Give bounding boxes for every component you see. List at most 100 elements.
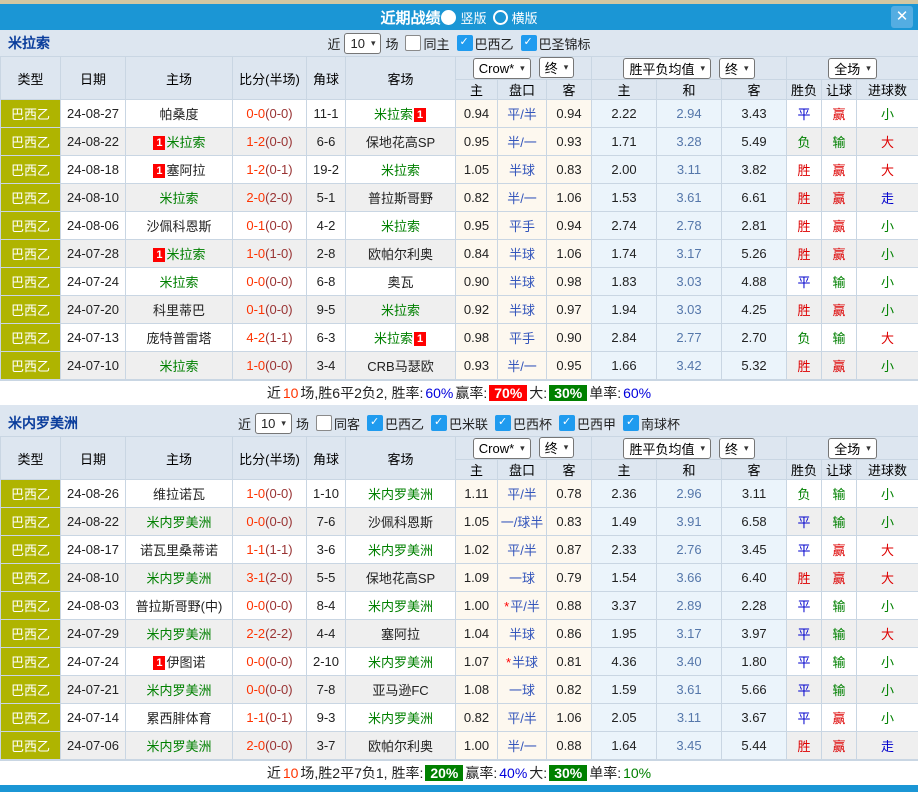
mean-home-odds: 4.36 bbox=[592, 648, 657, 676]
away-team-name[interactable]: 欧帕尔利奥 bbox=[368, 247, 433, 262]
score-cell: 1-0(1-0) bbox=[233, 240, 307, 268]
mean-draw-odds: 3.40 bbox=[657, 648, 722, 676]
away-team-name[interactable]: 奥瓦 bbox=[387, 275, 413, 290]
away-team-name[interactable]: 米内罗美洲 bbox=[368, 543, 433, 558]
match-date: 24-08-06 bbox=[61, 212, 126, 240]
home-team-name[interactable]: 米内罗美洲 bbox=[146, 515, 211, 530]
away-odds: 0.83 bbox=[547, 156, 592, 184]
mean-draw-odds: 3.28 bbox=[657, 128, 722, 156]
away-team-name[interactable]: 米拉索 bbox=[381, 219, 420, 234]
league-checkbox[interactable] bbox=[495, 415, 511, 431]
home-team-name[interactable]: 沙佩科恩斯 bbox=[146, 219, 211, 234]
handicap-value: 一球 bbox=[509, 571, 535, 586]
away-team-cell: 米内罗美洲 bbox=[346, 648, 456, 676]
away-team-name[interactable]: 沙佩科恩斯 bbox=[368, 515, 433, 530]
header-away: 客场 bbox=[346, 437, 456, 480]
mean-home-odds: 2.33 bbox=[592, 536, 657, 564]
away-team-cell: 米拉索 bbox=[346, 156, 456, 184]
header-away: 客场 bbox=[346, 57, 456, 100]
mean-type-select[interactable]: 胜平负均值▾ bbox=[623, 58, 711, 79]
handicap-value: 平手 bbox=[509, 331, 535, 346]
league-checkbox[interactable] bbox=[457, 35, 473, 51]
home-team-name[interactable]: 维拉诺瓦 bbox=[153, 487, 205, 502]
home-team-name[interactable]: 米内罗美洲 bbox=[146, 627, 211, 642]
corner-count: 5-5 bbox=[307, 564, 346, 592]
scope-select[interactable]: 全场▾ bbox=[828, 438, 877, 459]
mean-away-odds: 5.32 bbox=[722, 352, 787, 380]
away-team-name[interactable]: 米拉索 bbox=[374, 107, 413, 122]
home-team-name[interactable]: 米内罗美洲 bbox=[146, 739, 211, 754]
home-team-name[interactable]: 米内罗美洲 bbox=[146, 683, 211, 698]
home-team-name[interactable]: 米拉索 bbox=[159, 275, 198, 290]
away-team-cell: 欧帕尔利奥 bbox=[346, 732, 456, 760]
summary-single-label: 单率: bbox=[589, 383, 621, 403]
games-count-select[interactable]: 10 ▾ bbox=[344, 33, 381, 54]
games-count-select[interactable]: 10 ▾ bbox=[255, 413, 292, 434]
same-venue-checkbox[interactable] bbox=[405, 35, 421, 51]
home-team-name[interactable]: 塞阿拉 bbox=[166, 163, 205, 178]
away-team-name[interactable]: 欧帕尔利奥 bbox=[368, 739, 433, 754]
red-card-badge: 1 bbox=[153, 656, 165, 670]
same-venue-checkbox[interactable] bbox=[316, 415, 332, 431]
away-team-name[interactable]: 米内罗美洲 bbox=[368, 655, 433, 670]
away-team-name[interactable]: 普拉斯哥野 bbox=[368, 191, 433, 206]
home-team-cell: 米拉索 bbox=[126, 352, 233, 380]
away-team-name[interactable]: CRB马瑟欧 bbox=[367, 359, 433, 374]
mean-period-select[interactable]: 终▾ bbox=[719, 438, 755, 459]
home-team-name[interactable]: 累西腓体育 bbox=[146, 711, 211, 726]
away-team-name[interactable]: 米内罗美洲 bbox=[368, 487, 433, 502]
league-checkbox[interactable] bbox=[623, 415, 639, 431]
match-row: 巴西乙24-07-21米内罗美洲0-0(0-0)7-8亚马逊FC1.08一球0.… bbox=[1, 676, 918, 704]
away-team-name[interactable]: 米拉索 bbox=[381, 163, 420, 178]
handicap-value: 半/一 bbox=[507, 359, 537, 374]
home-team-name[interactable]: 帕桑度 bbox=[159, 107, 198, 122]
mean-type-select[interactable]: 胜平负均值▾ bbox=[623, 438, 711, 459]
team-name-link[interactable]: 米拉索 bbox=[8, 33, 50, 53]
home-team-name[interactable]: 科里蒂巴 bbox=[153, 303, 205, 318]
away-team-name[interactable]: 保地花高SP bbox=[366, 571, 435, 586]
mean-draw-odds: 3.45 bbox=[657, 732, 722, 760]
mean-period-select[interactable]: 终▾ bbox=[719, 58, 755, 79]
home-team-name[interactable]: 米拉索 bbox=[166, 247, 205, 262]
home-team-name[interactable]: 米拉索 bbox=[159, 191, 198, 206]
home-team-name[interactable]: 普拉斯哥野(中) bbox=[136, 599, 223, 614]
handicap-result-cell: 输 bbox=[822, 648, 857, 676]
layout-horizontal-radio[interactable] bbox=[493, 10, 508, 25]
fulltime-score: 0-1 bbox=[246, 302, 265, 317]
away-team-name[interactable]: 米内罗美洲 bbox=[368, 711, 433, 726]
scope-select[interactable]: 全场▾ bbox=[828, 58, 877, 79]
home-team-name[interactable]: 米拉索 bbox=[166, 135, 205, 150]
score-cell: 0-0(0-0) bbox=[233, 592, 307, 620]
odds-period-select[interactable]: 终▾ bbox=[539, 437, 575, 458]
match-row: 巴西乙24-08-10米拉索2-0(2-0)5-1普拉斯哥野0.82半/一1.0… bbox=[1, 184, 918, 212]
league-checkbox[interactable] bbox=[521, 35, 537, 51]
close-icon[interactable]: ✕ bbox=[891, 6, 913, 28]
layout-vertical-radio[interactable] bbox=[441, 10, 456, 25]
fulltime-score: 0-0 bbox=[246, 654, 265, 669]
home-team-name[interactable]: 诺瓦里桑蒂诺 bbox=[140, 543, 218, 558]
league-checkbox[interactable] bbox=[367, 415, 383, 431]
handicap-value: 半/一 bbox=[507, 191, 537, 206]
odds-source-value: Crow* bbox=[479, 441, 514, 456]
home-team-name[interactable]: 伊图诺 bbox=[166, 655, 205, 670]
home-team-name[interactable]: 米内罗美洲 bbox=[146, 571, 211, 586]
odds-source-select[interactable]: Crow*▾ bbox=[473, 438, 531, 459]
team-name-link[interactable]: 米内罗美洲 bbox=[8, 413, 78, 433]
match-row: 巴西乙24-07-281米拉索1-0(1-0)2-8欧帕尔利奥0.84半球1.0… bbox=[1, 240, 918, 268]
league-checkbox[interactable] bbox=[559, 415, 575, 431]
away-team-name[interactable]: 保地花高SP bbox=[366, 135, 435, 150]
handicap-cell: 一/球半 bbox=[498, 508, 547, 536]
halftime-score: (0-0) bbox=[265, 514, 292, 529]
league-checkbox[interactable] bbox=[431, 415, 447, 431]
odds-source-select[interactable]: Crow*▾ bbox=[473, 58, 531, 79]
home-team-name[interactable]: 米拉索 bbox=[159, 359, 198, 374]
subheader-away-odds: 客 bbox=[547, 80, 592, 100]
away-team-name[interactable]: 米内罗美洲 bbox=[368, 599, 433, 614]
away-team-name[interactable]: 米拉索 bbox=[381, 303, 420, 318]
away-team-name[interactable]: 亚马逊FC bbox=[372, 683, 428, 698]
odds-period-select[interactable]: 终▾ bbox=[539, 57, 575, 78]
away-team-name[interactable]: 塞阿拉 bbox=[381, 627, 420, 642]
handicap-star-icon: * bbox=[506, 655, 511, 670]
home-team-name[interactable]: 庞特普雷塔 bbox=[146, 331, 211, 346]
away-team-name[interactable]: 米拉索 bbox=[374, 331, 413, 346]
